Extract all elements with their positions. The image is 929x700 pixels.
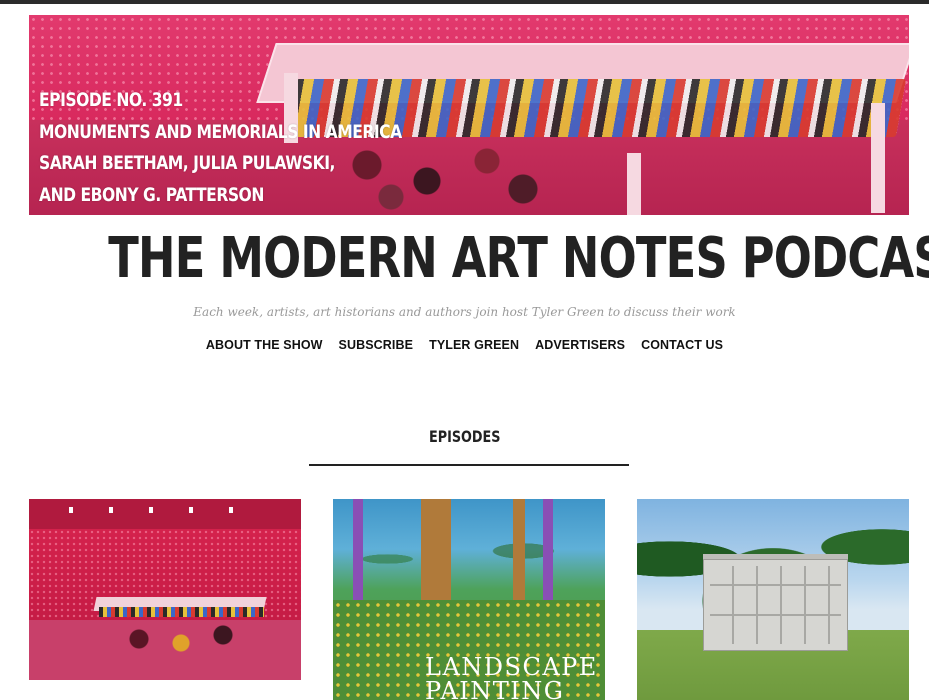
hero-episode-number: EPISODE NO. 391 bbox=[39, 89, 183, 111]
book-cover-title-line-2: PAINTING bbox=[425, 677, 565, 700]
nav-tyler-green[interactable]: TYLER GREEN bbox=[429, 338, 519, 352]
nav-contact-us[interactable]: CONTACT US bbox=[641, 338, 723, 352]
episode-card-shed-sculpture[interactable] bbox=[637, 499, 909, 700]
book-cover-title: LANDSCAPE PAINTING bbox=[425, 655, 598, 700]
nav-subscribe[interactable]: SUBSCRIBE bbox=[339, 338, 414, 352]
hero-guests-line-2: AND EBONY G. PATTERSON bbox=[39, 183, 264, 206]
card-sculpture-balls bbox=[111, 619, 251, 659]
episodes-heading-text: EPISODES bbox=[428, 427, 501, 446]
site-title-text: THE MODERN ART NOTES PODCAST bbox=[108, 226, 929, 291]
episode-card-gallery-installation[interactable] bbox=[29, 499, 301, 680]
card-foliage bbox=[333, 519, 605, 599]
site-tagline: Each week, artists, art historians and a… bbox=[193, 305, 736, 319]
episode-card-landscape-painting[interactable]: LANDSCAPE PAINTING bbox=[333, 499, 605, 700]
hero-guests-line-1: SARAH BEETHAM, JULIA PULAWSKI, bbox=[39, 152, 335, 174]
hero-episode-text: EPISODE NO. 391 MONUMENTS AND MEMORIALS … bbox=[39, 85, 402, 211]
main-nav: ABOUT THE SHOW SUBSCRIBE TYLER GREEN ADV… bbox=[0, 338, 929, 352]
card-toy-cars bbox=[99, 607, 264, 617]
nav-about-the-show[interactable]: ABOUT THE SHOW bbox=[206, 338, 323, 352]
episodes-heading: EPISODES bbox=[0, 427, 929, 446]
hero-table-leg bbox=[627, 153, 641, 215]
nav-advertisers[interactable]: ADVERTISERS bbox=[535, 338, 625, 352]
hero-banner[interactable]: EPISODE NO. 391 MONUMENTS AND MEMORIALS … bbox=[29, 15, 909, 215]
card-ceiling-lights bbox=[69, 507, 269, 513]
top-rule bbox=[0, 0, 929, 4]
hero-episode-title: MONUMENTS AND MEMORIALS IN AMERICA bbox=[39, 120, 402, 143]
hero-table-leg bbox=[871, 103, 885, 213]
card-ceiling bbox=[29, 499, 301, 529]
site-title[interactable]: THE MODERN ART NOTES PODCAST bbox=[0, 226, 929, 291]
card-shed bbox=[703, 559, 848, 651]
book-cover-title-line-1: LANDSCAPE bbox=[425, 653, 598, 681]
episodes-divider bbox=[309, 464, 629, 466]
